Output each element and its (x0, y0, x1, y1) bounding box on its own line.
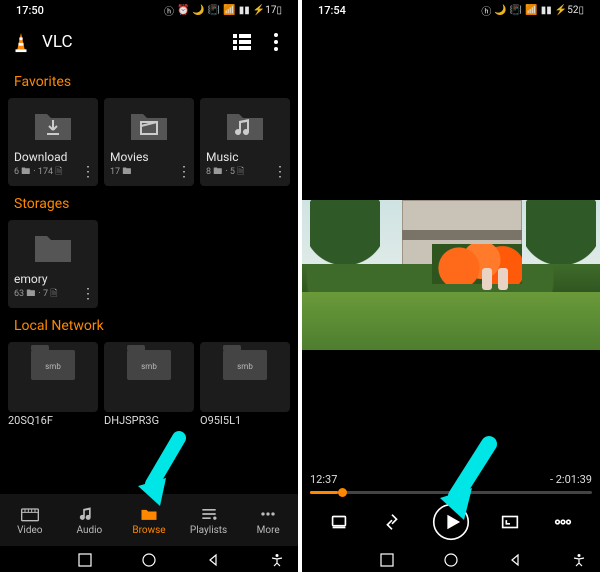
accessibility-icon[interactable] (572, 552, 586, 566)
nav-video[interactable]: Video (0, 494, 60, 546)
favorite-card-download[interactable]: Download 6 🖿 · 174 🗎 ⋮ (8, 98, 98, 186)
home-button[interactable] (444, 552, 458, 566)
status-bar: 17:54 ⓗ 🌙 📳 📶 ▮▮ ⚡52▯ (302, 0, 600, 20)
dnd-icon: 🌙 (494, 5, 506, 16)
folder-download-icon (33, 108, 73, 142)
card-label: Music (206, 150, 284, 164)
lock-rotation-button[interactable] (323, 506, 355, 538)
smb-tag: smb (45, 362, 61, 371)
aspect-ratio-button[interactable] (494, 506, 526, 538)
nav-label: Playlists (190, 525, 227, 536)
smb-label: DHJSPR3G (104, 414, 194, 427)
battery-icon: ⚡52▯ (555, 5, 584, 16)
elapsed-time: 12:37 (310, 473, 337, 486)
favorite-card-movies[interactable]: Movies 17 🖿 ⋮ (104, 98, 194, 186)
app-bar: VLC (0, 20, 298, 64)
card-label: Movies (110, 150, 188, 164)
storages-row: emory 63 🖿 · 7 🗎 ⋮ (0, 220, 298, 308)
card-overflow-icon[interactable]: ⋮ (176, 164, 192, 180)
vibrate-icon: 📳 (510, 5, 522, 16)
hotspot-icon: ⓗ (164, 3, 174, 18)
player-controls (302, 498, 600, 546)
smb-card[interactable]: smb (104, 342, 194, 412)
favorites-row: Download 6 🖿 · 174 🗎 ⋮ Movies 17 🖿 ⋮ Mus… (0, 98, 298, 186)
hotspot-icon: ⓗ (481, 3, 491, 18)
scene-person (498, 268, 508, 290)
smb-card[interactable]: smb (8, 342, 98, 412)
nav-browse[interactable]: Browse (119, 494, 179, 546)
card-label: emory (14, 272, 92, 286)
scene-balcony (402, 230, 522, 240)
nav-playlists[interactable]: Playlists (179, 494, 239, 546)
vibrate-icon: 📳 (208, 5, 220, 16)
video-frame (302, 200, 600, 350)
vlc-logo-icon (10, 31, 32, 53)
system-nav (0, 546, 298, 572)
nav-audio[interactable]: Audio (60, 494, 120, 546)
bottom-nav: Video Audio Browse Playlists More (0, 494, 298, 546)
folder-music-icon (225, 108, 265, 142)
status-icons: ⓗ 🌙 📳 📶 ▮▮ ⚡52▯ (481, 3, 584, 18)
folder-movies-icon (129, 108, 169, 142)
storage-card-memory[interactable]: emory 63 🖿 · 7 🗎 ⋮ (8, 220, 98, 308)
status-time: 17:54 (318, 4, 346, 17)
seek-bar[interactable] (310, 491, 592, 494)
scene-flowers (432, 244, 522, 284)
wifi-icon: 📶 (223, 5, 235, 16)
scene-person (482, 268, 492, 290)
vlc-player-screen: 17:54 ⓗ 🌙 📳 📶 ▮▮ ⚡52▯ 12:37 - 2:01:3 (302, 0, 600, 572)
nav-more[interactable]: More (238, 494, 298, 546)
status-time: 17:50 (16, 4, 44, 17)
nav-label: Video (17, 525, 42, 536)
vlc-browse-screen: 17:50 ⓗ ⏰ 🌙 📳 📶 ▮▮ ⚡17▯ VLC Favorites (0, 0, 298, 572)
signal-icon: ▮▮ (541, 5, 552, 16)
smb-tag: smb (237, 362, 253, 371)
card-overflow-icon[interactable]: ⋮ (272, 164, 288, 180)
time-row: 12:37 - 2:01:39 (310, 473, 592, 486)
app-title: VLC (42, 32, 220, 52)
back-button[interactable] (508, 552, 522, 566)
card-label: Download (14, 150, 92, 164)
overflow-menu-icon[interactable] (264, 30, 288, 54)
back-button[interactable] (206, 552, 220, 566)
home-button[interactable] (142, 552, 156, 566)
favorites-header: Favorites (0, 64, 298, 98)
system-nav (302, 546, 600, 572)
video-viewport[interactable] (302, 200, 600, 350)
repeat-button[interactable] (376, 506, 408, 538)
nav-label: Browse (132, 525, 165, 536)
remaining-time: - 2:01:39 (550, 473, 592, 486)
smb-label: 20SQ16F (8, 414, 98, 427)
card-overflow-icon[interactable]: ⋮ (80, 286, 96, 302)
recents-button[interactable] (380, 552, 394, 566)
storages-header: Storages (0, 186, 298, 220)
folder-icon (33, 230, 73, 264)
favorite-card-music[interactable]: Music 8 🖿 · 5 🗎 ⋮ (200, 98, 290, 186)
smb-card[interactable]: smb (200, 342, 290, 412)
battery-icon: ⚡17▯ (253, 5, 282, 16)
smb-label: O95I5L1 (200, 414, 290, 427)
status-bar: 17:50 ⓗ ⏰ 🌙 📳 📶 ▮▮ ⚡17▯ (0, 0, 298, 20)
smb-labels: 20SQ16F DHJSPR3G O95I5L1 (0, 412, 298, 427)
status-icons: ⓗ ⏰ 🌙 📳 📶 ▮▮ ⚡17▯ (164, 3, 282, 18)
seek-fill (310, 491, 338, 494)
recents-button[interactable] (78, 552, 92, 566)
more-options-button[interactable] (547, 506, 579, 538)
play-button[interactable] (429, 500, 473, 544)
view-list-icon[interactable] (230, 30, 254, 54)
seek-thumb[interactable] (338, 488, 347, 497)
signal-icon: ▮▮ (239, 5, 250, 16)
accessibility-icon[interactable] (270, 552, 284, 566)
nav-label: More (257, 525, 280, 536)
alarm-icon: ⏰ (177, 5, 189, 16)
nav-label: Audio (77, 525, 103, 536)
smb-tag: smb (141, 362, 157, 371)
scene-lawn (302, 292, 600, 350)
local-network-header: Local Network (0, 308, 298, 342)
card-overflow-icon[interactable]: ⋮ (80, 164, 96, 180)
local-network-row: smb smb smb (0, 342, 298, 412)
wifi-icon: 📶 (525, 5, 537, 16)
dnd-icon: 🌙 (192, 5, 204, 16)
